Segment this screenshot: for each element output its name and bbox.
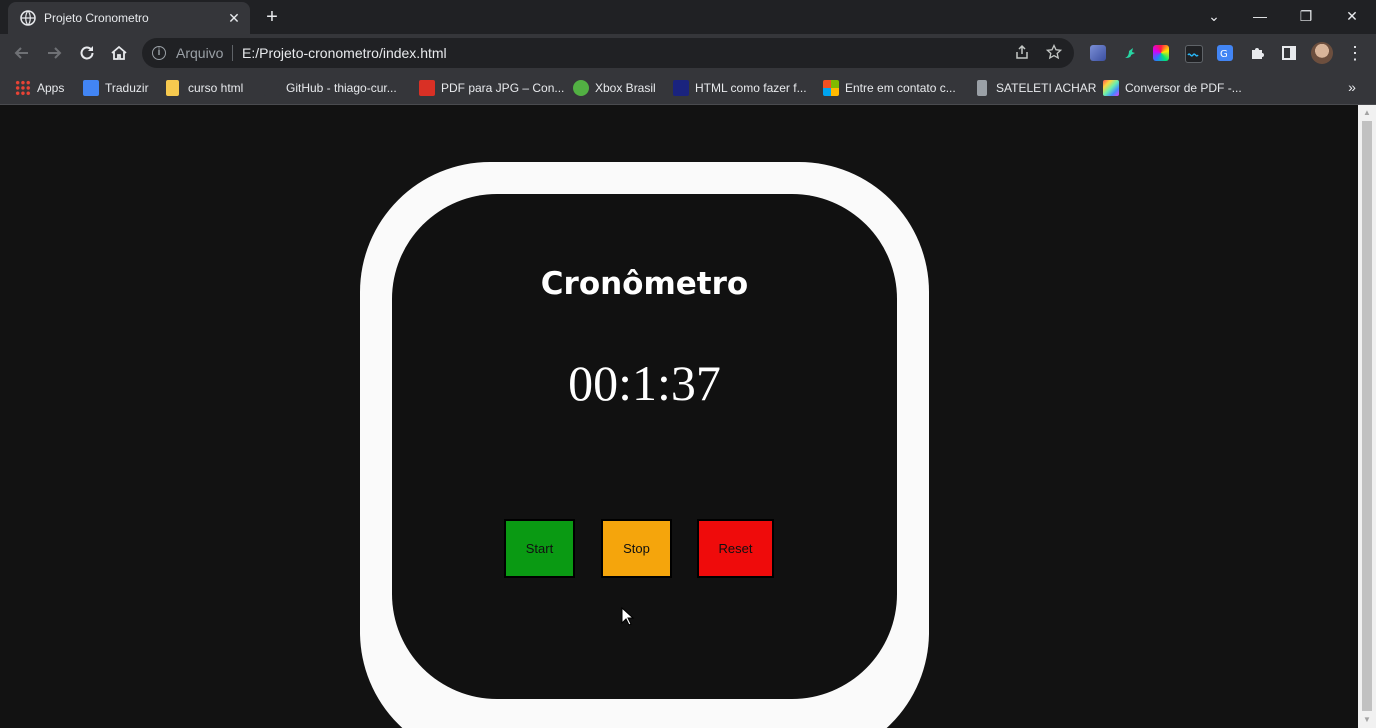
shield-icon [977,80,987,96]
omnibox-divider [232,45,233,61]
bookmarks-overflow-icon[interactable]: » [1344,77,1360,97]
page-viewport: Cronômetro 00:1:37 Start Stop Reset [0,105,1358,728]
bookmark-xbox-brasil[interactable]: Xbox Brasil [573,78,661,98]
stopwatch-frame: Cronômetro 00:1:37 Start Stop Reset [360,162,929,728]
bookmark-traduzir[interactable]: Traduzir [83,78,158,98]
restore-button[interactable]: ❐ [1283,0,1329,32]
browser-tab[interactable]: Projeto Cronometro ✕ [8,2,250,34]
extensions-puzzle-icon[interactable] [1249,45,1265,61]
bookmark-pdf-para-jpg[interactable]: PDF para JPG – Con... [419,78,564,98]
extension-pen-icon[interactable] [1090,45,1106,61]
reload-icon [80,46,94,60]
github-icon [264,80,280,96]
profile-avatar[interactable] [1311,42,1333,64]
microsoft-icon [823,80,839,96]
folder-icon [166,80,179,96]
vertical-scrollbar[interactable]: ▲ ▼ [1358,105,1376,728]
google-translate-icon [83,80,99,96]
tab-title: Projeto Cronometro [44,11,149,25]
stop-button[interactable]: Stop [601,519,672,578]
bookmark-label: Entre em contato c... [845,81,956,95]
tab-search-icon[interactable]: ⌄ [1191,0,1237,32]
bookmark-label: PDF para JPG – Con... [441,81,565,95]
stopwatch-face: Cronômetro 00:1:37 Start Stop Reset [392,194,897,699]
scrollbar-thumb[interactable] [1362,121,1372,711]
bookmarks-bar: Apps Traduzir curso html GitHub - thiago… [0,72,1376,105]
bookmark-label: HTML como fazer f... [695,81,807,95]
google-translate-extension-icon[interactable]: G [1217,45,1233,61]
apps-grid-icon [15,80,31,96]
reset-button[interactable]: Reset [697,519,774,578]
bookmark-html-como-fazer[interactable]: HTML como fazer f... [673,78,813,98]
bookmark-conversor-de-pdf[interactable]: Conversor de PDF -... [1103,78,1248,98]
svg-text:G: G [1220,49,1228,60]
browser-toolbar: i Arquivo E:/Projeto-cronometro/index.ht… [0,34,1376,72]
globe-icon [20,10,36,26]
address-bar[interactable]: i Arquivo E:/Projeto-cronometro/index.ht… [142,38,1074,68]
arrow-left-icon [14,47,28,59]
bookmark-github[interactable]: GitHub - thiago-cur... [264,78,409,98]
bookmark-label: curso html [188,81,244,95]
forward-button[interactable] [43,42,65,64]
bookmark-label: Conversor de PDF -... [1125,81,1242,95]
arrow-right-icon [48,47,62,59]
url-text[interactable]: E:/Projeto-cronometro/index.html [242,45,447,61]
scroll-down-icon[interactable]: ▼ [1358,713,1376,727]
browser-menu-icon[interactable]: ⋮ [1346,42,1364,64]
tab-strip: Projeto Cronometro ✕ + ⌄ — ❐ ✕ [0,0,1376,34]
bookmark-curso-html[interactable]: curso html [166,78,256,98]
minimize-button[interactable]: — [1237,0,1283,32]
reload-button[interactable] [76,42,98,64]
scheme-label: Arquivo [176,45,224,61]
converter-icon [1103,80,1119,96]
hr-icon [673,80,689,96]
close-window-button[interactable]: ✕ [1329,0,1375,32]
mouse-cursor-icon [621,607,635,626]
bookmark-entre-em-contato[interactable]: Entre em contato c... [823,78,963,98]
close-tab-icon[interactable]: ✕ [226,10,242,26]
pdf-icon [419,80,435,96]
xbox-icon [573,80,589,96]
home-button[interactable] [108,42,130,64]
info-icon[interactable]: i [152,46,166,60]
extension-color-icon[interactable] [1153,45,1169,61]
bookmark-label: GitHub - thiago-cur... [286,81,397,95]
start-button[interactable]: Start [504,519,575,578]
bookmark-label: Xbox Brasil [595,81,656,95]
page-title: Cronômetro [540,266,749,302]
extension-wave-icon[interactable] [1185,45,1203,63]
bookmark-label: Apps [37,81,65,95]
new-tab-button[interactable]: + [262,7,282,27]
bookmark-sateleti-achar[interactable]: SATELETI ACHAR [974,78,1096,98]
back-button[interactable] [11,42,33,64]
bookmark-label: Traduzir [105,81,149,95]
home-icon [111,45,127,60]
time-display: 00:1:37 [568,355,721,411]
side-panel-icon[interactable] [1281,45,1297,61]
scroll-up-icon[interactable]: ▲ [1358,106,1376,120]
bookmark-star-icon[interactable] [1045,43,1063,62]
share-icon[interactable] [1013,44,1031,62]
bookmark-label: SATELETI ACHAR [996,81,1097,95]
bookmark-apps[interactable]: Apps [15,78,75,98]
extension-bird-icon[interactable] [1122,45,1138,61]
